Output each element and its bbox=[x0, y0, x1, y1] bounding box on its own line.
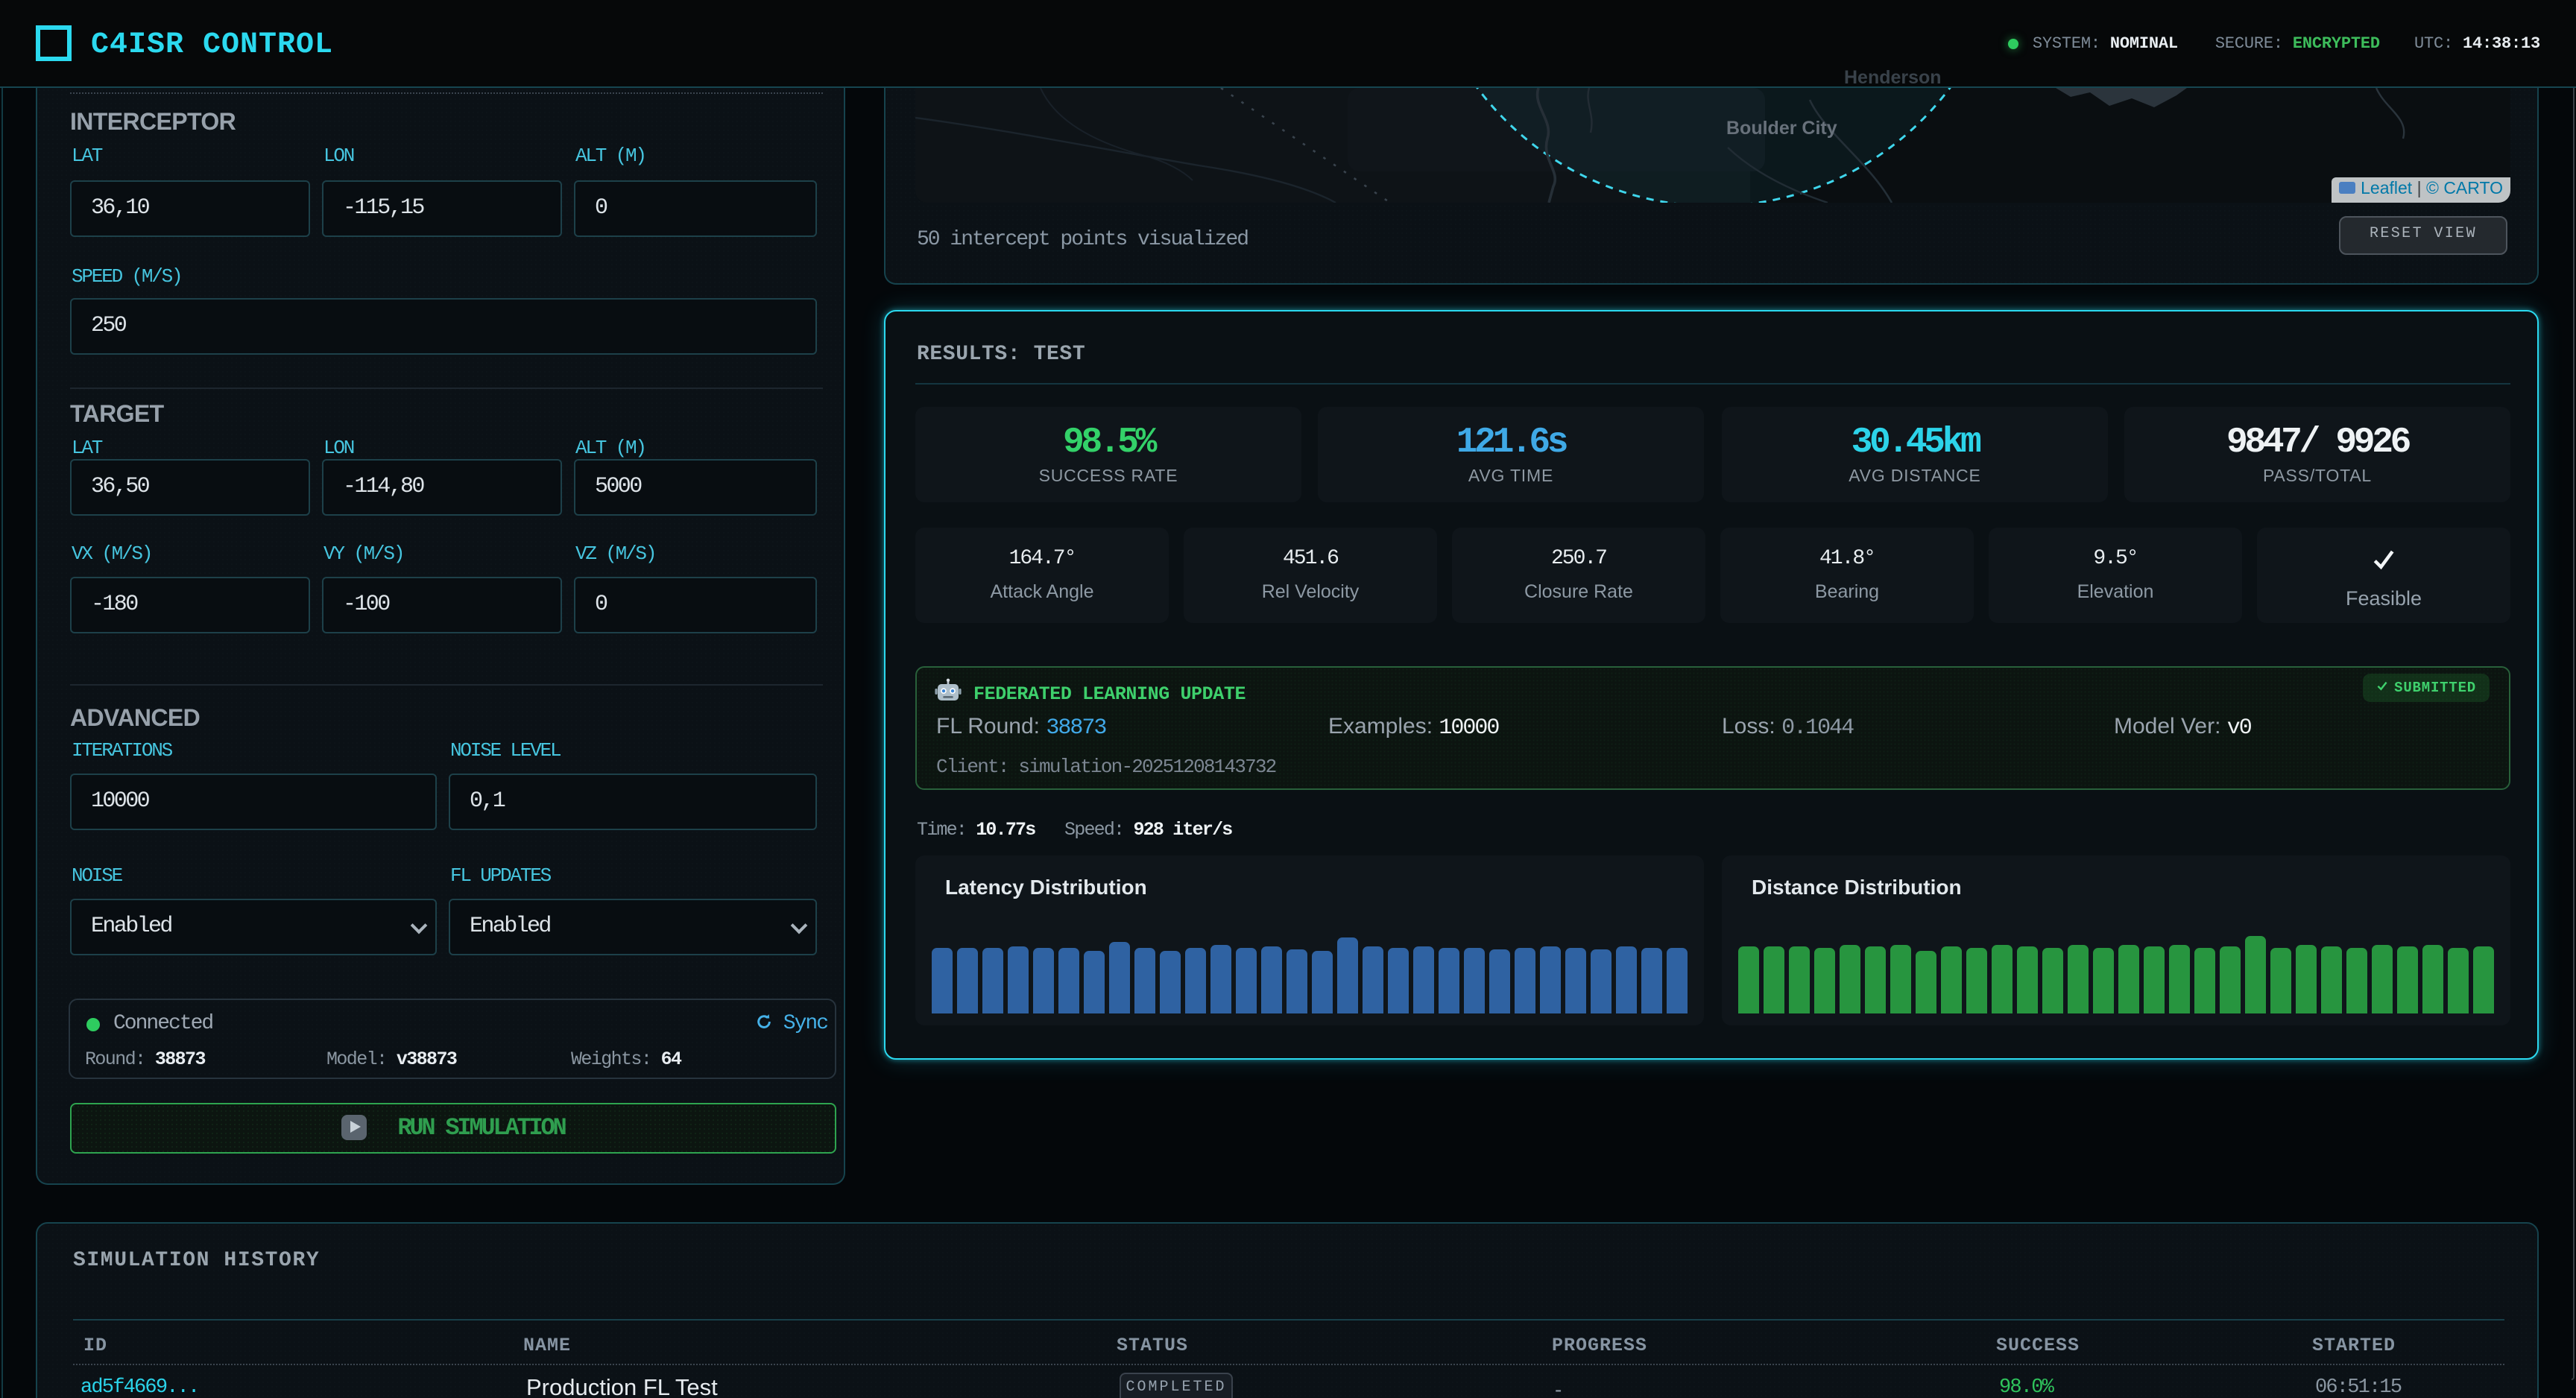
svg-text:Boulder City: Boulder City bbox=[1726, 118, 1837, 139]
